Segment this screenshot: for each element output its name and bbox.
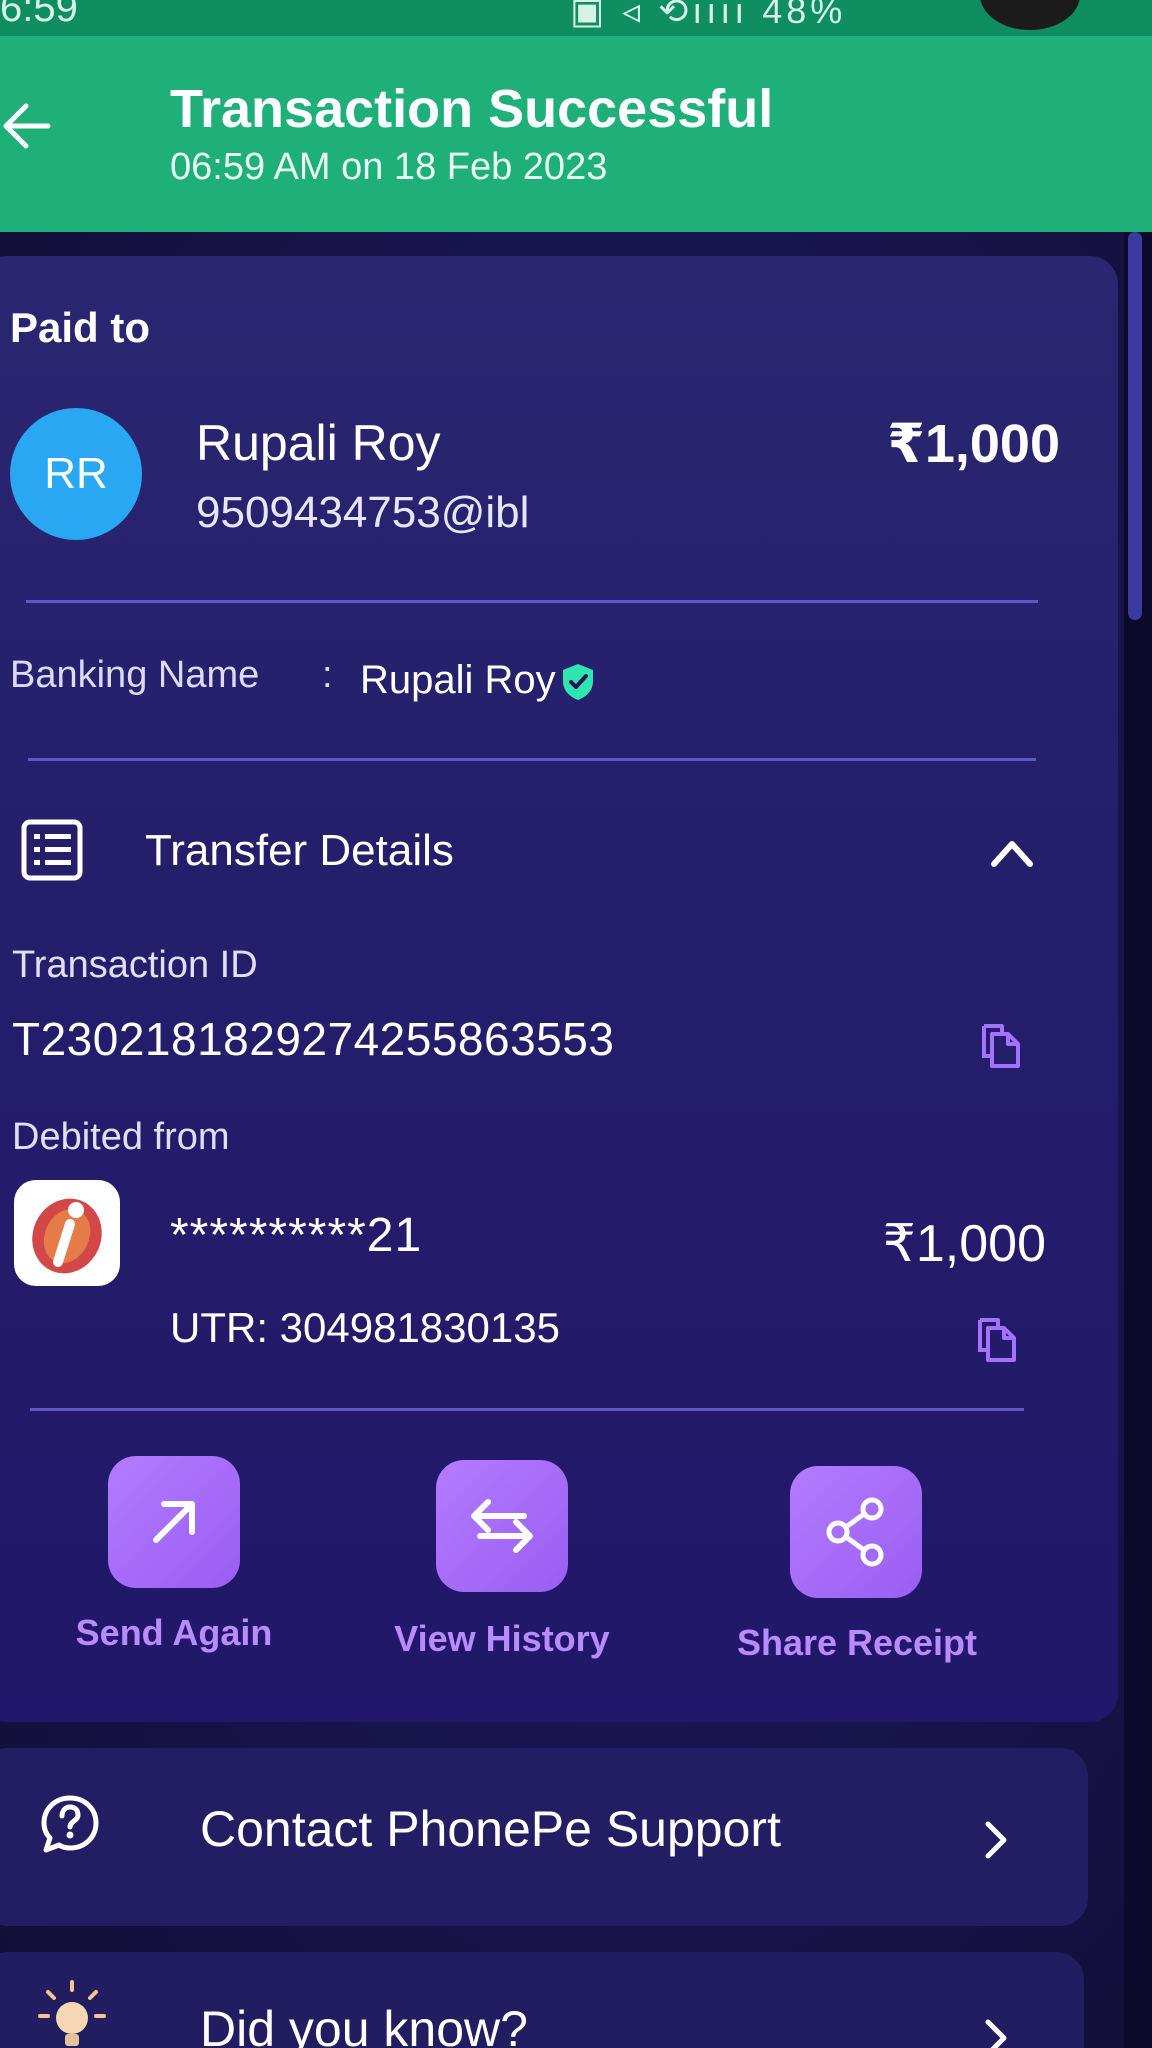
transaction-id-value: T2302181829274255863553 bbox=[12, 1013, 615, 1065]
view-history-button[interactable] bbox=[436, 1460, 568, 1592]
debited-from-label: Debited from bbox=[12, 1116, 230, 1158]
scrollbar-thumb[interactable] bbox=[1128, 232, 1142, 620]
view-history-label[interactable]: View History bbox=[386, 1618, 618, 1660]
icici-logo-icon bbox=[32, 1198, 102, 1274]
bank-logo bbox=[14, 1180, 120, 1286]
arrow-up-right-icon bbox=[153, 1501, 195, 1543]
paid-to-label: Paid to bbox=[10, 304, 151, 351]
payee-name: Rupali Roy bbox=[196, 415, 441, 471]
share-receipt-button[interactable] bbox=[790, 1466, 922, 1598]
send-again-button[interactable] bbox=[108, 1456, 240, 1588]
chevron-right-icon[interactable] bbox=[982, 2016, 1010, 2048]
status-indicators: ▣ ◃ ⟲ıııı 48% bbox=[570, 0, 847, 31]
banking-name-label: Banking Name bbox=[10, 654, 260, 696]
copy-icon[interactable] bbox=[974, 1314, 1020, 1364]
payee-vpa: 9509434753@ibl bbox=[196, 488, 530, 537]
utr-number: UTR: 304981830135 bbox=[170, 1304, 560, 1351]
page-title: Transaction Successful bbox=[170, 79, 774, 139]
paid-amount: ₹1,000 bbox=[887, 414, 1060, 474]
send-again-label[interactable]: Send Again bbox=[74, 1612, 274, 1654]
transaction-screen: 6:59 ▣ ◃ ⟲ıııı 48% Transaction Successfu… bbox=[0, 0, 1152, 2048]
banking-name-colon: : bbox=[322, 654, 333, 696]
chevron-right-icon[interactable] bbox=[982, 1818, 1010, 1862]
did-you-know-label[interactable]: Did you know? bbox=[200, 2000, 528, 2048]
did-you-know-card[interactable] bbox=[0, 1952, 1084, 2048]
camera-cutout bbox=[980, 0, 1080, 30]
lightbulb-icon bbox=[38, 1980, 106, 2046]
arrow-left-icon[interactable] bbox=[0, 98, 56, 154]
status-time: 6:59 bbox=[0, 0, 78, 30]
help-circle-icon bbox=[41, 1795, 99, 1853]
divider bbox=[26, 600, 1038, 603]
document-list-icon bbox=[21, 819, 83, 881]
swap-arrows-icon bbox=[471, 1499, 533, 1553]
copy-icon[interactable] bbox=[978, 1020, 1024, 1070]
transaction-id-label: Transaction ID bbox=[12, 944, 258, 986]
share-receipt-label[interactable]: Share Receipt bbox=[726, 1622, 988, 1664]
masked-account-number: **********21 bbox=[170, 1209, 423, 1262]
divider bbox=[30, 1408, 1024, 1411]
status-bar: 6:59 ▣ ◃ ⟲ıııı 48% bbox=[0, 0, 1152, 36]
verified-shield-icon bbox=[563, 664, 593, 700]
banking-name-value: Rupali Roy bbox=[360, 658, 556, 702]
transfer-details-title[interactable]: Transfer Details bbox=[145, 826, 454, 876]
share-icon bbox=[826, 1497, 884, 1567]
chevron-up-icon[interactable] bbox=[988, 836, 1036, 870]
contact-support-label[interactable]: Contact PhonePe Support bbox=[200, 1800, 781, 1858]
debit-amount: ₹1,000 bbox=[882, 1215, 1046, 1273]
transaction-timestamp: 06:59 AM on 18 Feb 2023 bbox=[170, 146, 608, 188]
avatar: RR bbox=[10, 408, 142, 540]
divider bbox=[28, 758, 1036, 761]
